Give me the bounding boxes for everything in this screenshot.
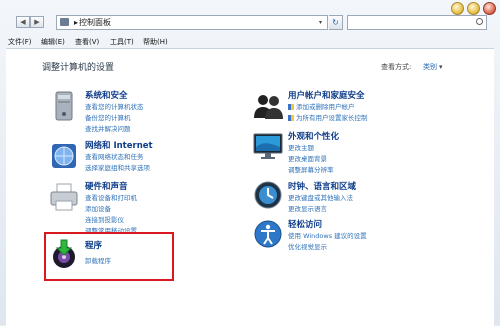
link-optimize-visual[interactable]: 优化视觉显示: [288, 241, 327, 251]
page-title: 调整计算机的设置: [42, 63, 115, 73]
control-panel-icon: [60, 18, 69, 26]
category-title[interactable]: 轻松访问: [288, 218, 322, 230]
forward-button[interactable]: ▶: [30, 16, 44, 28]
highlight-box: [44, 232, 174, 281]
address-separator: ▸: [74, 18, 79, 27]
view-by-label: 查看方式:: [381, 63, 412, 71]
category-title[interactable]: 网络和 Internet: [85, 139, 153, 151]
link-add-remove-accounts[interactable]: 添加或删除用户帐户: [288, 101, 355, 111]
view-by-dropdown[interactable]: 类别: [423, 62, 443, 72]
monitor-icon: [253, 133, 283, 159]
category-title[interactable]: 用户帐户和家庭安全: [288, 89, 365, 101]
category-title[interactable]: 硬件和声音: [85, 180, 128, 192]
link-view-status[interactable]: 查看您的计算机状态: [85, 101, 144, 111]
printer-icon: [50, 183, 78, 211]
category-title[interactable]: 外观和个性化: [288, 130, 339, 142]
accessibility-icon: [254, 220, 282, 248]
link-display-language[interactable]: 更改显示语言: [288, 203, 327, 213]
menu-view[interactable]: 查看(V): [75, 37, 99, 47]
menu-bar: 文件(F) 编辑(E) 查看(V) 工具(T) 帮助(H): [0, 34, 500, 48]
menu-tools[interactable]: 工具(T): [110, 37, 134, 47]
link-projector[interactable]: 连接到投影仪: [85, 214, 124, 224]
address-bar[interactable]: ▸ 控制面板: [56, 15, 328, 30]
link-screen-resolution[interactable]: 调整屏幕分辨率: [288, 164, 334, 174]
link-parental-controls-label: 为所有用户设置家长控制: [296, 114, 368, 122]
link-input-method[interactable]: 更改键盘或其他输入法: [288, 192, 353, 202]
computer-tower-icon: [55, 91, 73, 121]
category-title[interactable]: 时钟、语言和区域: [288, 180, 356, 192]
address-dropdown-arrow[interactable]: ▾: [319, 19, 322, 26]
link-homegroup[interactable]: 选择家庭组和共享选项: [85, 162, 150, 172]
link-add-remove-accounts-label: 添加或删除用户帐户: [296, 103, 355, 111]
link-desktop-background[interactable]: 更改桌面背景: [288, 153, 327, 163]
menu-help[interactable]: 帮助(H): [143, 37, 168, 47]
menu-edit[interactable]: 编辑(E): [41, 37, 65, 47]
link-devices-printers[interactable]: 查看设备和打印机: [85, 192, 137, 202]
uac-shield-icon: [288, 115, 294, 121]
breadcrumb-control-panel[interactable]: 控制面板: [79, 17, 111, 28]
back-button[interactable]: ◀: [16, 16, 30, 28]
search-input[interactable]: [347, 15, 487, 30]
category-title[interactable]: 系统和安全: [85, 89, 128, 101]
link-parental-controls[interactable]: 为所有用户设置家长控制: [288, 112, 368, 122]
link-troubleshoot[interactable]: 查找并解决问题: [85, 123, 131, 133]
link-change-theme[interactable]: 更改主题: [288, 142, 314, 152]
link-backup[interactable]: 备份您的计算机: [85, 112, 131, 122]
minimize-button[interactable]: [451, 2, 464, 15]
control-panel-window: ◀ ▶ ▸ 控制面板 ▾ ↻ 文件(F) 编辑(E) 查看(V) 工具(T) 帮…: [0, 0, 500, 326]
refresh-button[interactable]: ↻: [329, 15, 343, 30]
link-network-status[interactable]: 查看网络状态和任务: [85, 151, 144, 161]
users-icon: [254, 95, 283, 119]
link-windows-recommended[interactable]: 使用 Windows 建议的设置: [288, 230, 367, 240]
menu-file[interactable]: 文件(F): [8, 37, 32, 47]
close-button[interactable]: [483, 2, 496, 15]
link-add-device[interactable]: 添加设备: [85, 203, 111, 213]
search-icon: [476, 18, 483, 25]
clock-globe-icon: [254, 181, 282, 209]
uac-shield-icon: [288, 104, 294, 110]
network-globe-icon: [52, 144, 76, 168]
maximize-button[interactable]: [467, 2, 480, 15]
